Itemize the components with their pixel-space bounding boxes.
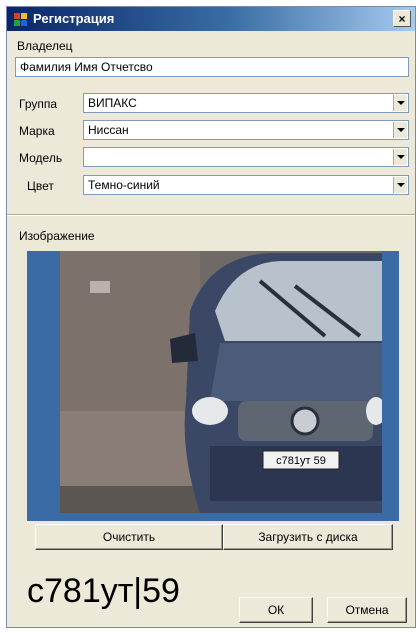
photo-plate-text: с781ут 59 — [276, 455, 326, 467]
window-title: Регистрация — [33, 11, 115, 26]
dropdown-arrow-icon[interactable] — [393, 177, 407, 193]
recognized-plate-number: с781ут|59 — [27, 572, 180, 610]
close-icon: × — [398, 12, 406, 26]
image-frame: с781ут 59 — [27, 251, 399, 521]
dropdown-arrow-icon[interactable] — [393, 122, 407, 138]
color-select[interactable]: Темно-синий — [83, 175, 409, 195]
model-select[interactable] — [83, 147, 409, 167]
owner-value: Фамилия Имя Отчетсво — [20, 60, 153, 74]
make-label: Марка — [19, 124, 55, 138]
group-label: Группа — [19, 97, 58, 111]
separator — [7, 214, 415, 216]
cancel-button[interactable]: Отмена — [327, 597, 407, 623]
ok-button[interactable]: ОК — [239, 597, 313, 623]
close-button[interactable]: × — [393, 10, 411, 27]
app-icon — [14, 13, 27, 26]
make-value: Ниссан — [88, 123, 129, 137]
group-select[interactable]: ВИПАКС — [83, 93, 409, 113]
clear-button[interactable]: Очистить — [35, 524, 223, 550]
color-label: Цвет — [27, 179, 54, 193]
car-photo: с781ут 59 — [60, 251, 382, 513]
owner-input[interactable]: Фамилия Имя Отчетсво — [15, 57, 409, 77]
dropdown-arrow-icon[interactable] — [393, 95, 407, 111]
title-bar: Регистрация × — [7, 7, 415, 31]
group-value: ВИПАКС — [88, 96, 137, 110]
dropdown-arrow-icon[interactable] — [393, 149, 407, 165]
model-label: Модель — [19, 151, 63, 165]
image-label: Изображение — [19, 229, 95, 243]
owner-label: Владелец — [17, 39, 73, 53]
make-select[interactable]: Ниссан — [83, 120, 409, 140]
color-value: Темно-синий — [88, 178, 160, 192]
load-from-disk-button[interactable]: Загрузить с диска — [223, 524, 393, 550]
registration-dialog: Регистрация × Владелец Фамилия Имя Отчет… — [6, 6, 416, 628]
